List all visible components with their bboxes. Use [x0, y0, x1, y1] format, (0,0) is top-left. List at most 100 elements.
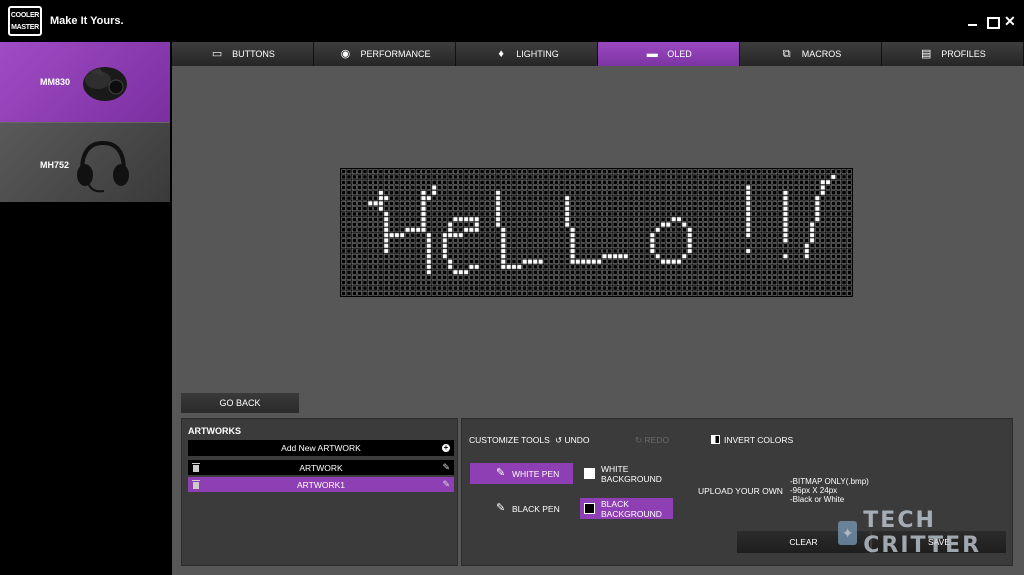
oled-pixel[interactable]	[602, 174, 607, 180]
oled-pixel[interactable]	[591, 190, 597, 196]
oled-pixel[interactable]	[458, 275, 464, 280]
oled-pixel[interactable]	[415, 238, 421, 243]
oled-pixel[interactable]	[362, 285, 368, 291]
oled-pixel[interactable]	[543, 169, 549, 174]
oled-pixel[interactable]	[431, 275, 437, 280]
oled-pixel[interactable]	[602, 238, 607, 243]
oled-pixel[interactable]	[517, 185, 522, 190]
oled-pixel[interactable]	[543, 259, 549, 264]
oled-pixel[interactable]	[623, 169, 629, 174]
oled-pixel[interactable]	[809, 216, 815, 222]
oled-pixel[interactable]	[564, 280, 570, 286]
oled-pixel[interactable]	[729, 195, 735, 201]
oled-pixel[interactable]	[453, 179, 458, 185]
oled-pixel[interactable]	[405, 280, 410, 286]
oled-pixel[interactable]	[809, 211, 815, 217]
oled-pixel[interactable]	[708, 259, 714, 264]
oled-pixel[interactable]	[367, 222, 373, 227]
oled-pixel[interactable]	[772, 185, 778, 190]
oled-pixel[interactable]	[490, 195, 496, 201]
oled-pixel[interactable]	[719, 275, 724, 280]
oled-pixel[interactable]	[532, 227, 538, 233]
oled-pixel[interactable]	[517, 259, 522, 264]
oled-pixel[interactable]	[767, 227, 772, 233]
oled-pixel[interactable]	[809, 248, 815, 254]
oled-pixel[interactable]	[682, 285, 687, 291]
oled-pixel[interactable]	[495, 195, 501, 201]
oled-pixel[interactable]	[724, 185, 730, 190]
oled-pixel[interactable]	[591, 259, 597, 264]
oled-pixel[interactable]	[719, 211, 724, 217]
oled-pixel[interactable]	[777, 259, 783, 264]
oled-pixel[interactable]	[437, 185, 442, 190]
oled-pixel[interactable]	[517, 195, 522, 201]
oled-pixel[interactable]	[809, 222, 815, 227]
oled-pixel[interactable]	[453, 238, 458, 243]
oled-pixel[interactable]	[501, 254, 506, 259]
oled-pixel[interactable]	[501, 291, 506, 296]
oled-pixel[interactable]	[410, 190, 416, 196]
oled-pixel[interactable]	[410, 285, 416, 291]
oled-pixel[interactable]	[564, 264, 570, 270]
oled-pixel[interactable]	[756, 211, 762, 217]
oled-pixel[interactable]	[506, 206, 511, 211]
oled-pixel[interactable]	[522, 264, 527, 270]
oled-pixel[interactable]	[676, 280, 682, 286]
artwork-item[interactable]: ARTWORK ✎	[188, 460, 454, 475]
oled-pixel[interactable]	[479, 195, 485, 201]
oled-pixel[interactable]	[495, 254, 501, 259]
oled-pixel[interactable]	[495, 232, 501, 238]
oled-pixel[interactable]	[575, 280, 581, 286]
oled-pixel[interactable]	[697, 222, 703, 227]
oled-pixel[interactable]	[511, 227, 517, 233]
oled-pixel[interactable]	[639, 190, 645, 196]
oled-pixel[interactable]	[836, 190, 842, 196]
oled-pixel[interactable]	[474, 179, 480, 185]
oled-pixel[interactable]	[357, 280, 362, 286]
oled-pixel[interactable]	[596, 275, 602, 280]
oled-pixel[interactable]	[485, 227, 490, 233]
oled-pixel[interactable]	[634, 232, 639, 238]
oled-pixel[interactable]	[831, 169, 836, 174]
oled-pixel[interactable]	[570, 248, 575, 254]
oled-pixel[interactable]	[628, 291, 634, 296]
oled-pixel[interactable]	[692, 174, 698, 180]
oled-pixel[interactable]	[777, 190, 783, 196]
oled-pixel[interactable]	[836, 179, 842, 185]
oled-pixel[interactable]	[804, 222, 810, 227]
oled-pixel[interactable]	[740, 254, 746, 259]
oled-pixel[interactable]	[767, 232, 772, 238]
oled-pixel[interactable]	[511, 206, 517, 211]
oled-pixel[interactable]	[378, 201, 384, 206]
oled-pixel[interactable]	[719, 195, 724, 201]
oled-pixel[interactable]	[793, 174, 799, 180]
oled-pixel[interactable]	[373, 248, 378, 254]
oled-pixel[interactable]	[362, 259, 368, 264]
oled-pixel[interactable]	[650, 216, 655, 222]
oled-pixel[interactable]	[793, 232, 799, 238]
oled-pixel[interactable]	[373, 285, 378, 291]
oled-pixel[interactable]	[623, 174, 629, 180]
oled-pixel[interactable]	[495, 243, 501, 249]
oled-pixel[interactable]	[836, 206, 842, 211]
black-pen-button[interactable]: ✎ BLACK PEN	[470, 498, 573, 519]
oled-pixel[interactable]	[676, 174, 682, 180]
oled-pixel[interactable]	[586, 243, 591, 249]
oled-pixel[interactable]	[841, 222, 847, 227]
oled-pixel[interactable]	[708, 222, 714, 227]
oled-pixel[interactable]	[538, 227, 543, 233]
oled-pixel[interactable]	[426, 185, 432, 190]
oled-pixel[interactable]	[501, 179, 506, 185]
oled-pixel[interactable]	[682, 243, 687, 249]
oled-pixel[interactable]	[517, 285, 522, 291]
oled-pixel[interactable]	[346, 227, 352, 233]
oled-pixel[interactable]	[543, 275, 549, 280]
oled-pixel[interactable]	[612, 222, 618, 227]
oled-pixel[interactable]	[495, 291, 501, 296]
oled-pixel[interactable]	[485, 222, 490, 227]
oled-pixel[interactable]	[405, 206, 410, 211]
oled-pixel[interactable]	[783, 291, 788, 296]
oled-pixel[interactable]	[692, 227, 698, 233]
oled-pixel[interactable]	[399, 201, 405, 206]
oled-pixel[interactable]	[756, 243, 762, 249]
